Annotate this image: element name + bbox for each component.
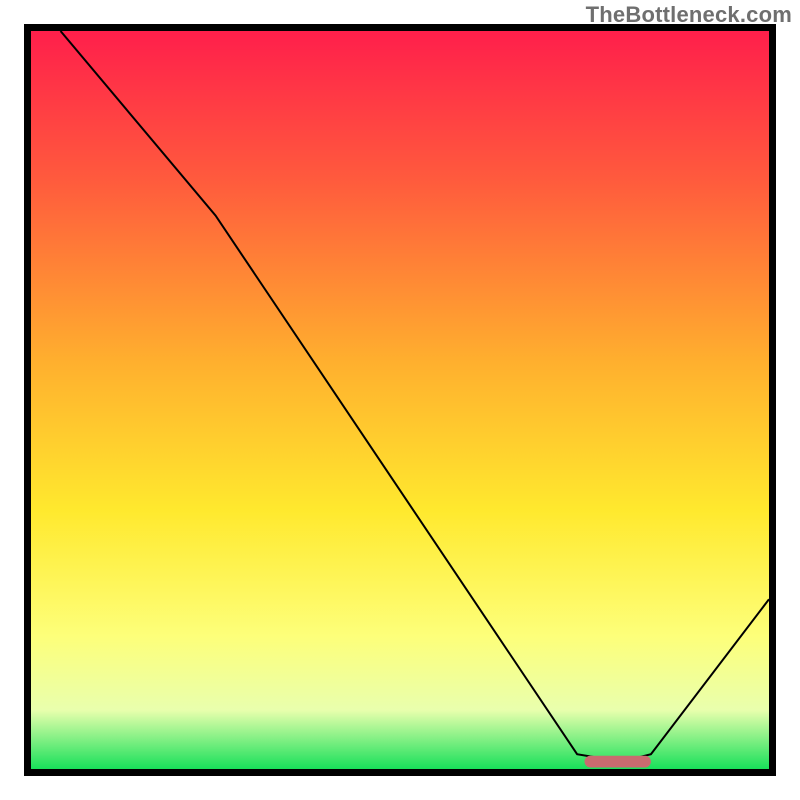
target-range-marker [585,756,651,768]
chart-frame: TheBottleneck.com [0,0,800,800]
bottleneck-chart [31,31,769,769]
gradient-background [31,31,769,769]
